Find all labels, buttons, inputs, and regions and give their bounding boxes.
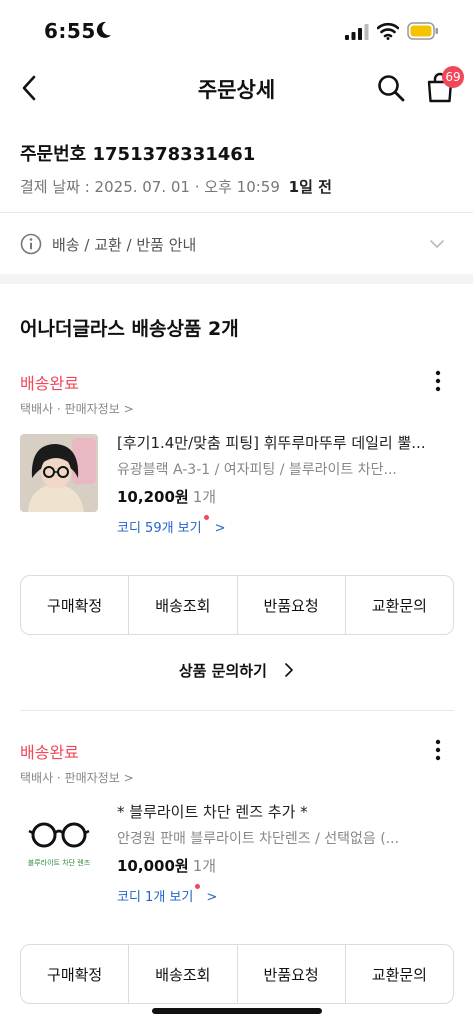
product-option: 유광블랙 A-3-1 / 여자피팅 / 블루라이트 차단...: [117, 462, 397, 478]
notice-label: 배송 / 교환 / 반품 안내: [52, 236, 197, 254]
order-info: 주문번호 1751378331461 결제 날짜 : 2025. 07. 01 …: [20, 140, 460, 197]
status-time: 6:55: [44, 19, 96, 43]
more-options-icon[interactable]: [426, 368, 450, 394]
product-price-row: 10,200원 1개: [117, 486, 216, 507]
seller-info-link[interactable]: 택배사 · 판매자정보 >: [20, 400, 134, 417]
new-dot-indicator: [195, 884, 201, 889]
delivery-status: 배송완료: [20, 374, 79, 393]
confirm-purchase-button[interactable]: 구매확정: [21, 945, 130, 1003]
product-quantity: 1개: [192, 488, 217, 506]
confirm-purchase-button[interactable]: 구매확정: [21, 576, 130, 634]
thumb-caption: 블루라이트 차단 렌즈: [27, 859, 91, 867]
order-date: 결제 날짜 : 2025. 07. 01 · 오후 10:59 1일 전: [20, 176, 460, 197]
order-action-bar: 구매확정 배송조회 반품요청 교환문의: [20, 575, 454, 635]
seller-info-link[interactable]: 택배사 · 판매자정보 >: [20, 769, 134, 786]
top-app-bar: 주문상세 69: [0, 62, 473, 114]
product-inquiry-link[interactable]: 상품 문의하기: [0, 660, 473, 681]
new-dot-indicator: [203, 515, 209, 520]
section-divider: [0, 274, 473, 284]
product-price-row: 10,000원 1개: [117, 855, 216, 876]
product-quantity: 1개: [192, 857, 217, 875]
product-thumbnail[interactable]: 블루라이트 차단 렌즈: [20, 803, 98, 881]
coordi-label: 코디 59개 보기: [117, 521, 202, 536]
divider: [0, 212, 473, 213]
cart-count-badge: 69: [442, 66, 464, 88]
coordi-label: 코디 1개 보기: [117, 890, 194, 905]
order-number: 주문번호 1751378331461: [20, 144, 256, 165]
order-date-ago: 1일 전: [288, 178, 332, 196]
exchange-inquiry-button[interactable]: 교환문의: [346, 945, 453, 1003]
divider: [20, 710, 454, 711]
status-bar: 6:55: [0, 0, 473, 62]
product-price: 10,200원: [117, 488, 189, 506]
coordi-arrow: >: [214, 521, 226, 536]
product-name[interactable]: * 블루라이트 차단 렌즈 추가 *: [117, 801, 427, 822]
wifi-icon: [377, 22, 399, 40]
product-inquiry-label: 상품 문의하기: [178, 662, 267, 680]
product-photo-image: [20, 434, 98, 512]
home-indicator[interactable]: [152, 1008, 322, 1014]
coordi-arrow: >: [206, 890, 218, 905]
return-request-button[interactable]: 반품요청: [238, 945, 346, 1003]
coordi-link[interactable]: 코디 1개 보기 >: [117, 884, 218, 905]
battery-icon: [407, 22, 438, 40]
product-name[interactable]: [후기1.4만/맞춤 피팅] 휘뚜루마뚜루 데일리 뿔...: [117, 432, 427, 453]
order-action-bar: 구매확정 배송조회 반품요청 교환문의: [20, 944, 454, 1004]
shipment-section-title: 어나더글라스 배송상품 2개: [20, 318, 239, 340]
cellular-signal-icon: [345, 24, 369, 40]
product-thumbnail[interactable]: [20, 434, 98, 512]
chevron-right-icon: [285, 663, 293, 677]
moon-icon: [96, 21, 111, 38]
glasses-image: [20, 803, 98, 881]
chevron-down-icon: [430, 240, 444, 248]
more-options-icon[interactable]: [426, 737, 450, 763]
product-price: 10,000원: [117, 857, 189, 875]
exchange-inquiry-button[interactable]: 교환문의: [346, 576, 453, 634]
order-date-text: 결제 날짜 : 2025. 07. 01 · 오후 10:59: [20, 178, 280, 196]
return-request-button[interactable]: 반품요청: [238, 576, 346, 634]
product-option: 안경원 판매 블루라이트 차단렌즈 / 선택없음 (...: [117, 831, 400, 847]
track-delivery-button[interactable]: 배송조회: [129, 576, 238, 634]
search-icon[interactable]: [376, 73, 406, 103]
info-icon: [20, 233, 42, 255]
coordi-link[interactable]: 코디 59개 보기 >: [117, 515, 226, 536]
track-delivery-button[interactable]: 배송조회: [129, 945, 238, 1003]
delivery-status: 배송완료: [20, 743, 79, 762]
shipping-return-notice-row[interactable]: 배송 / 교환 / 반품 안내: [0, 214, 473, 274]
